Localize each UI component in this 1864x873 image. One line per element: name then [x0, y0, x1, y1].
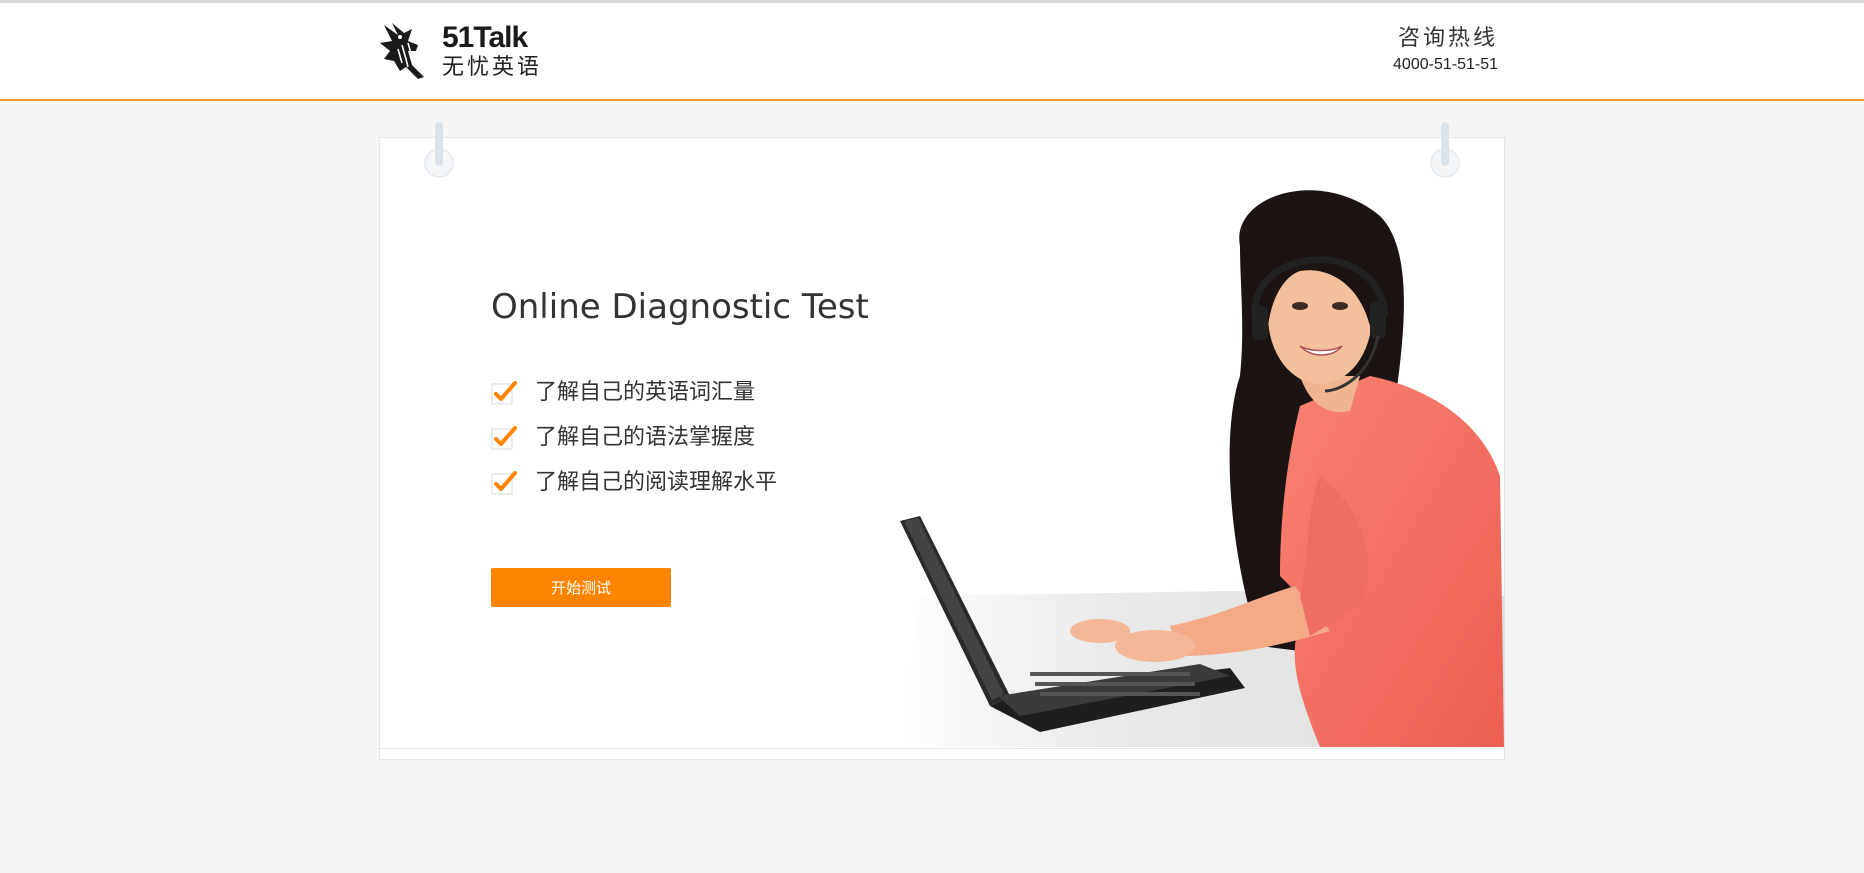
logo-subtitle: 无忧英语 [442, 55, 543, 80]
hotline-label: 咨询热线 [1397, 26, 1498, 51]
pin-icon [1430, 122, 1460, 178]
checkmark-icon [491, 425, 517, 449]
logo-brand: 51Talk [442, 21, 528, 54]
list-item: 了解自己的阅读理解水平 [491, 460, 891, 505]
header: 51Talk 无忧英语 咨询热线 4000-51-51-51 [0, 3, 1864, 101]
logo[interactable]: 51Talk 无忧英语 [378, 21, 548, 83]
rabbit-hand-logo-icon [380, 23, 424, 79]
pin-icon [424, 122, 454, 178]
start-test-button[interactable]: 开始测试 [491, 568, 671, 607]
list-item: 了解自己的英语词汇量 [491, 370, 891, 415]
feature-list: 了解自己的英语词汇量 了解自己的语法掌握度 了解自己的阅读理解水平 [491, 370, 891, 505]
checkmark-icon [491, 470, 517, 494]
divider [380, 748, 1504, 749]
page-title: Online Diagnostic Test [491, 287, 869, 327]
feature-text: 了解自己的英语词汇量 [535, 379, 756, 405]
hotline-number: 4000-51-51-51 [1393, 56, 1498, 73]
list-item: 了解自己的语法掌握度 [491, 415, 891, 460]
checkmark-icon [491, 380, 517, 404]
feature-text: 了解自己的语法掌握度 [535, 424, 756, 450]
hero-image [900, 190, 1504, 747]
test-intro-card: Online Diagnostic Test 了解自己的英语词汇量 了解自己的语… [379, 122, 1505, 760]
feature-text: 了解自己的阅读理解水平 [535, 469, 778, 495]
hotline: 咨询热线 4000-51-51-51 [1360, 25, 1498, 75]
